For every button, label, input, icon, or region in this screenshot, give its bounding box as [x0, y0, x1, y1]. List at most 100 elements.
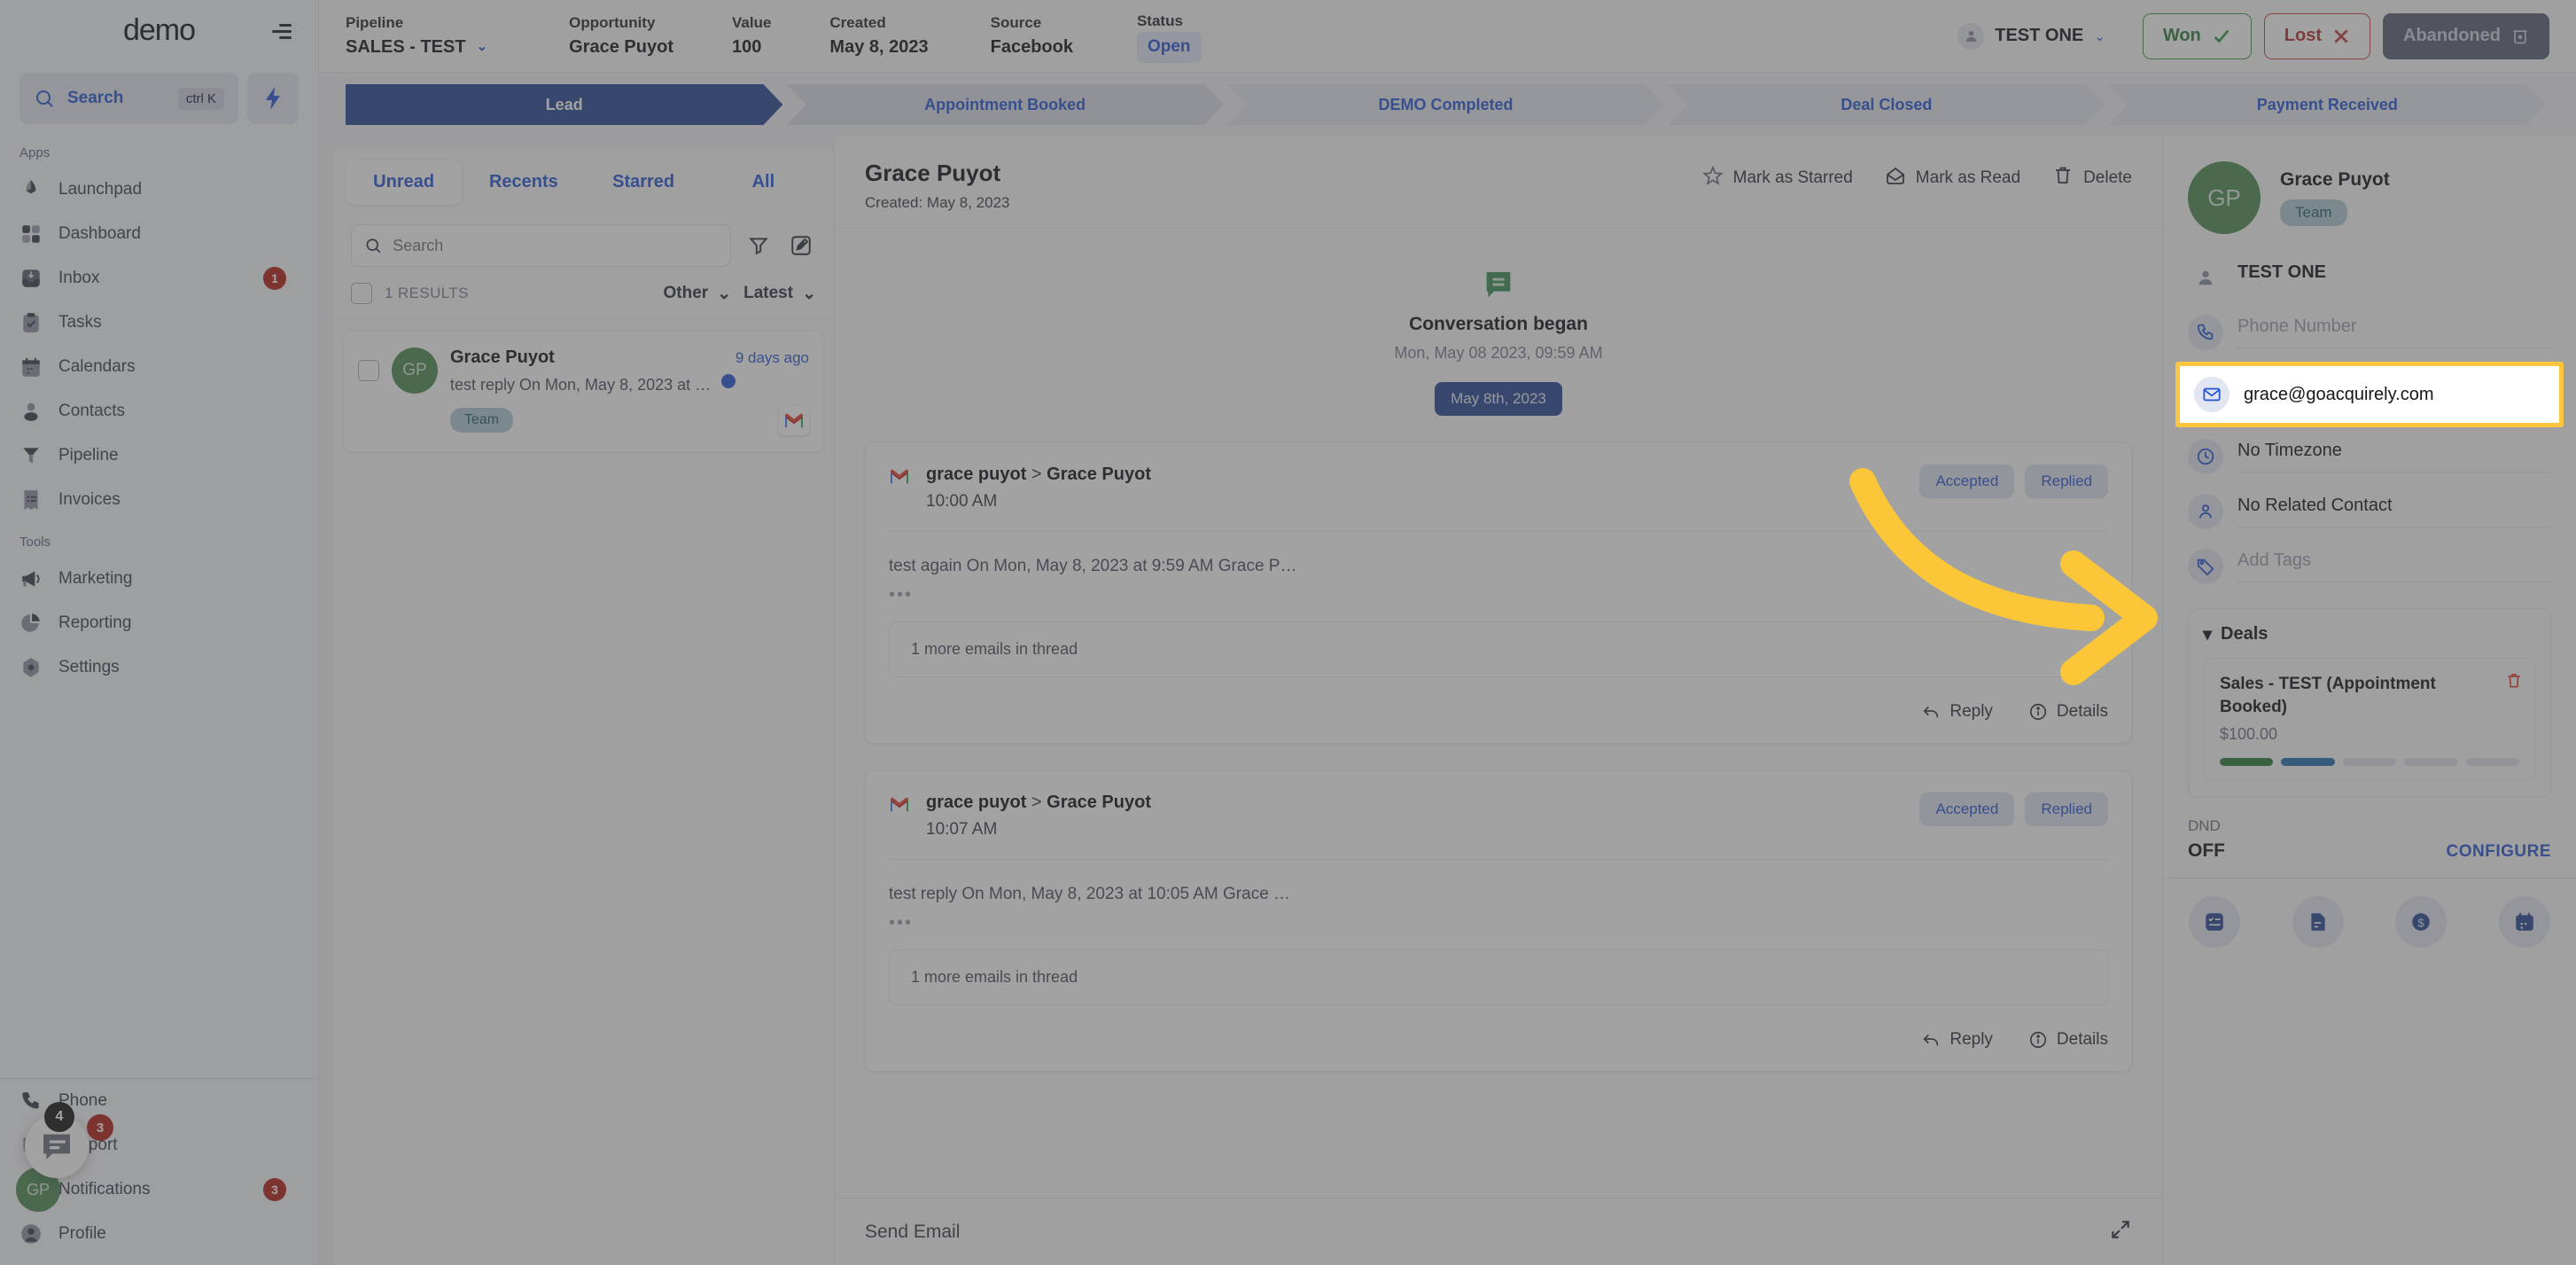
tab-unread[interactable]: Unread [346, 160, 463, 205]
notes-doc-icon[interactable] [2292, 896, 2344, 949]
delete-button[interactable]: Delete [2052, 165, 2132, 191]
deal-item[interactable]: Sales - TEST (Appointment Booked) $100.0… [2203, 658, 2536, 782]
sidebar-item-label: Invoices [58, 490, 121, 509]
tags-value[interactable]: Add Tags [2237, 551, 2551, 582]
sidebar-item-reporting[interactable]: Reporting [0, 601, 318, 645]
left-sidebar: demo Search ctrl K Apps Launchpad Dashboa… [0, 0, 319, 1265]
sidebar-item-marketing[interactable]: Marketing [0, 557, 318, 601]
mark-as-starred-button[interactable]: Mark as Starred [1701, 165, 1853, 191]
stage-label: Appointment Booked [924, 95, 1086, 113]
unread-dot [721, 374, 736, 388]
contact-avatar: GP [2188, 161, 2261, 234]
stage-demo-completed[interactable]: DEMO Completed [1227, 84, 1664, 125]
sidebar-item-calendars[interactable]: Calendars [0, 345, 318, 389]
collapse-sidebar-icon[interactable] [268, 16, 299, 46]
sidebar-section-tools: Tools [19, 535, 51, 550]
calendar-square-icon[interactable] [2498, 896, 2550, 949]
expand-icon[interactable] [2109, 1218, 2132, 1245]
related-contact-row[interactable]: No Related Contact [2163, 484, 2576, 539]
won-button[interactable]: Won [2142, 12, 2252, 59]
stage-lead[interactable]: Lead [346, 84, 782, 125]
email-card[interactable]: grace puyot > Grace Puyot 10:07 AM Accep… [865, 770, 2132, 1072]
launchpad-icon [19, 178, 43, 201]
status-badge[interactable]: Open [1136, 32, 1202, 63]
lost-button[interactable]: Lost [2263, 12, 2370, 59]
compose-icon[interactable] [786, 230, 816, 261]
sidebar-item-profile[interactable]: Profile [0, 1212, 318, 1256]
sort-select[interactable]: Latest ⌄ [743, 284, 816, 304]
close-icon [2334, 28, 2348, 43]
chevron-down-icon[interactable]: ⌄ [477, 37, 488, 58]
configure-link[interactable]: CONFIGURE [2447, 842, 2552, 862]
email-card[interactable]: grace puyot > Grace Puyot 10:00 AM Accep… [865, 442, 2132, 744]
tab-starred[interactable]: Starred [586, 160, 702, 205]
email-composer[interactable]: Send Email [835, 1198, 2162, 1265]
expand-dots[interactable]: ••• [889, 585, 2108, 605]
select-all-checkbox[interactable] [351, 283, 372, 304]
tags-row[interactable]: Add Tags [2163, 539, 2576, 594]
deals-title-label: Deals [2221, 624, 2269, 644]
sidebar-item-inbox[interactable]: Inbox 1 [0, 256, 318, 301]
tab-all[interactable]: All [705, 160, 821, 205]
assignee-selector[interactable]: TEST ONE ⌄ [1957, 22, 2105, 50]
filter-icon[interactable] [743, 230, 774, 261]
check-icon [2214, 29, 2230, 43]
email-row[interactable]: grace@goacquirely.com [2185, 370, 2554, 419]
phone-value[interactable]: Phone Number [2237, 316, 2551, 348]
deals-header[interactable]: ▾ Deals [2203, 623, 2536, 645]
phone-row[interactable]: Phone Number [2163, 305, 2576, 360]
sidebar-item-badge: 1 [263, 267, 286, 290]
opp-field-created: Created May 8, 2023 [829, 12, 928, 61]
sidebar-item-contacts[interactable]: Contacts [0, 389, 318, 433]
sidebar-item-label: Contacts [58, 402, 125, 420]
global-search-button[interactable]: Search ctrl K [19, 73, 238, 124]
action-label: Mark as Read [1915, 168, 2021, 187]
conversation-list-item[interactable]: GP Grace Puyot 9 days ago test reply On … [344, 332, 823, 451]
stage-label: Lead [545, 95, 583, 113]
related-contact-value[interactable]: No Related Contact [2237, 496, 2551, 527]
filter-select[interactable]: Other ⌄ [664, 284, 732, 304]
conversation-search[interactable] [351, 224, 731, 267]
stage-payment-received[interactable]: Payment Received [2109, 84, 2546, 125]
dollar-icon[interactable]: $ [2395, 896, 2448, 949]
delete-deal-icon[interactable] [2505, 671, 2523, 695]
opp-field-pipeline[interactable]: Pipeline SALES - TEST ⌄ [346, 12, 487, 61]
won-label: Won [2162, 26, 2201, 45]
conversation-began-block: Conversation began Mon, May 08 2023, 09:… [835, 268, 2162, 363]
timezone-row[interactable]: No Timezone [2163, 429, 2576, 484]
more-emails-in-thread[interactable]: 1 more emails in thread [889, 621, 2108, 677]
sidebar-item-launchpad[interactable]: Launchpad [0, 168, 318, 212]
bolt-icon [266, 87, 280, 110]
trash-icon [2052, 165, 2074, 191]
stage-deal-closed[interactable]: Deal Closed [1668, 84, 2105, 125]
mark-as-read-button[interactable]: Mark as Read [1885, 165, 2020, 191]
piechart-icon [19, 612, 43, 635]
sidebar-item-dashboard[interactable]: Dashboard [0, 212, 318, 256]
stage-appointment-booked[interactable]: Appointment Booked [786, 84, 1223, 125]
sidebar-item-pipeline[interactable]: Pipeline [0, 433, 318, 478]
sidebar-item-invoices[interactable]: Invoices [0, 478, 318, 522]
email-value[interactable]: grace@goacquirely.com [2244, 385, 2545, 405]
expand-dots[interactable]: ••• [889, 913, 2108, 933]
quick-actions-button[interactable] [247, 73, 299, 124]
sidebar-item-settings[interactable]: Settings [0, 645, 318, 690]
deals-card: ▾ Deals Sales - TEST (Appointment Booked… [2188, 608, 2551, 799]
details-button[interactable]: Details [2028, 702, 2108, 722]
sidebar-item-tasks[interactable]: Tasks [0, 301, 318, 345]
tag-icon [2188, 549, 2223, 584]
tab-recents[interactable]: Recents [465, 160, 581, 205]
assignee-avatar-icon [1957, 22, 1985, 50]
conversation-checkbox[interactable] [358, 360, 379, 381]
trash-icon [2513, 29, 2527, 43]
timezone-value[interactable]: No Timezone [2237, 441, 2551, 472]
abandoned-button[interactable]: Abandoned [2383, 12, 2549, 59]
opp-field-value: Grace Puyot [569, 37, 673, 58]
reply-button[interactable]: Reply [1921, 702, 1993, 722]
reply-button[interactable]: Reply [1921, 1030, 1993, 1050]
search-input[interactable] [393, 236, 718, 255]
invoices-icon [19, 488, 43, 511]
tasks-square-icon[interactable] [2189, 896, 2241, 949]
more-emails-in-thread[interactable]: 1 more emails in thread [889, 949, 2108, 1005]
details-button[interactable]: Details [2028, 1030, 2108, 1050]
search-shortcut: ctrl K [177, 87, 224, 110]
